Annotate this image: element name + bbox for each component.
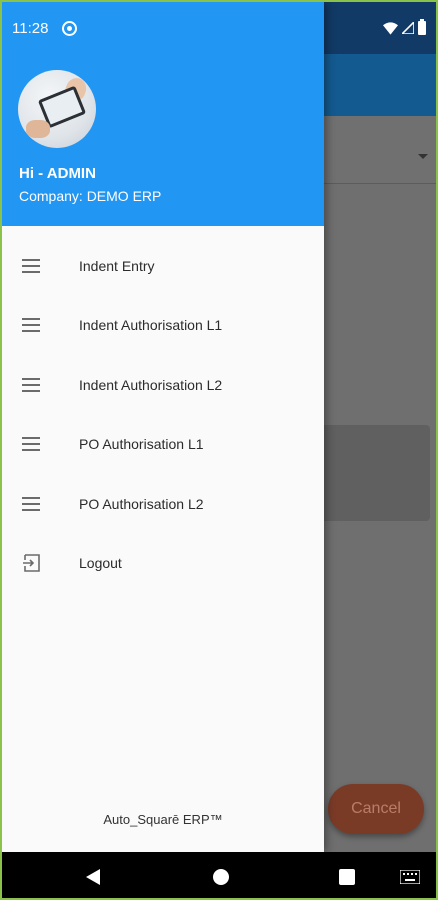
company-name: Company: DEMO ERP [19, 188, 162, 204]
cancel-button[interactable]: Cancel [328, 784, 424, 834]
back-icon[interactable] [86, 869, 102, 885]
menu-lines-icon [22, 494, 42, 514]
menu-item-label: Indent Authorisation L2 [79, 376, 223, 393]
menu-item-po-authorisation-l2[interactable]: PO Authorisation L2 [2, 474, 324, 534]
keyboard-icon[interactable] [400, 870, 420, 884]
navigation-drawer: Hi - ADMIN Company: DEMO ERP Indent Entr… [2, 2, 324, 852]
status-time: 11:28 [12, 19, 49, 37]
status-icons [383, 19, 426, 35]
device-frame: Cancel 11:28 Hi - ADMIN Company: DEMO ER… [0, 0, 438, 900]
menu-item-label: Indent Authorisation L1 [79, 317, 223, 334]
home-icon[interactable] [213, 869, 229, 885]
menu-lines-icon [22, 375, 42, 395]
menu-item-label: Indent Entry [79, 257, 155, 274]
dropdown-caret-icon [418, 154, 428, 159]
menu-item-label: PO Authorisation L1 [79, 436, 204, 453]
avatar-hand-graphic-2 [26, 120, 50, 138]
menu-item-indent-authorisation-l1[interactable]: Indent Authorisation L1 [2, 296, 324, 356]
status-bar: 11:28 [2, 2, 436, 54]
battery-icon [418, 19, 426, 35]
system-nav-bar [2, 852, 436, 898]
menu-item-indent-entry[interactable]: Indent Entry [2, 236, 324, 296]
menu-lines-icon [22, 256, 42, 276]
user-greeting: Hi - ADMIN [19, 165, 96, 182]
menu-lines-icon [22, 434, 42, 454]
menu-lines-icon [22, 315, 42, 335]
sync-icon [62, 20, 78, 36]
menu-item-indent-authorisation-l2[interactable]: Indent Authorisation L2 [2, 355, 324, 415]
drawer-menu: Indent Entry Indent Authorisation L1 Ind… [2, 236, 324, 593]
background-card [312, 425, 430, 521]
menu-item-label: PO Authorisation L2 [79, 495, 204, 512]
menu-item-label: Logout [79, 555, 122, 572]
brand-footer: Auto_Squarē ERP™ [103, 812, 223, 827]
menu-item-logout[interactable]: Logout [2, 534, 324, 594]
wifi-icon [383, 21, 398, 35]
recent-apps-icon[interactable] [339, 869, 355, 885]
avatar[interactable] [18, 70, 96, 148]
logout-icon [23, 554, 40, 573]
menu-item-po-authorisation-l1[interactable]: PO Authorisation L1 [2, 415, 324, 475]
signal-icon [402, 22, 414, 34]
